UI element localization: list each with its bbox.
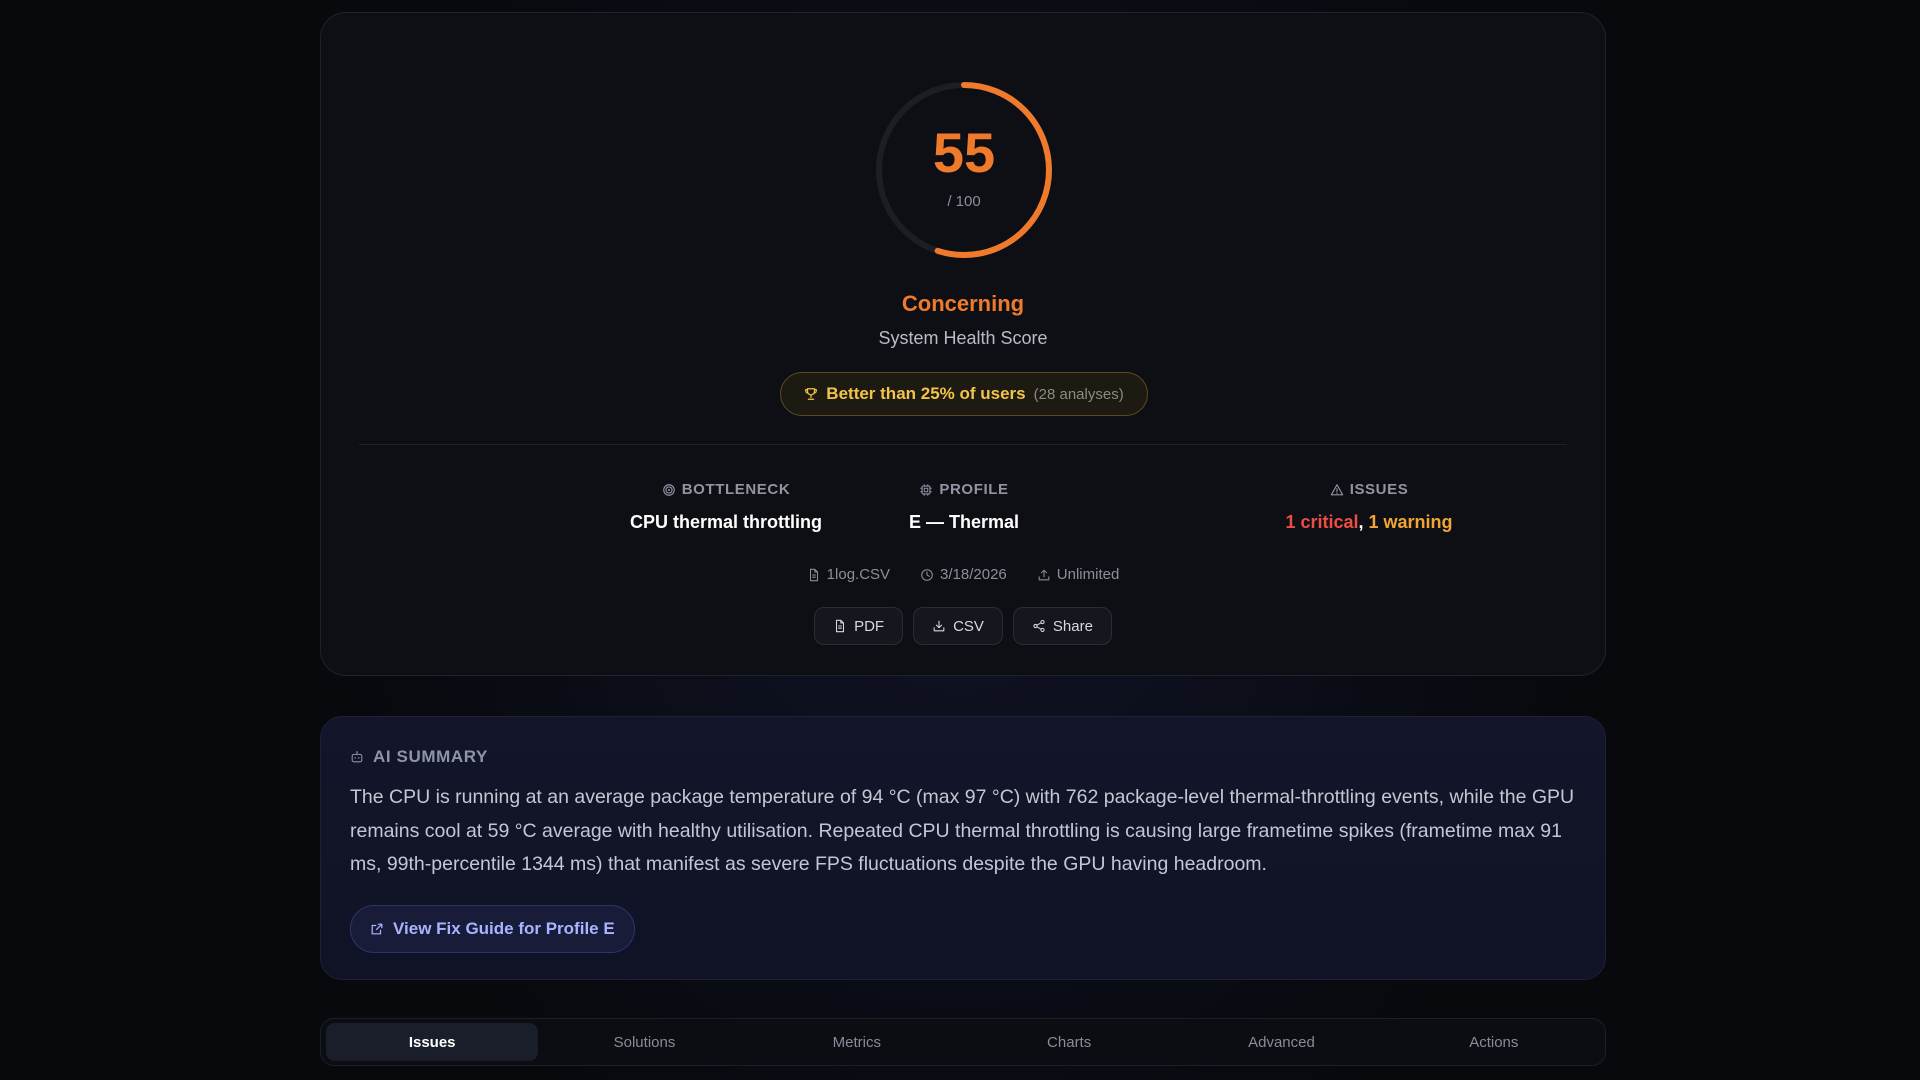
score-status: Concerning <box>901 291 1025 316</box>
analysis-meta: 1log.CSV 3/18/2026 Unlimited <box>321 566 1605 583</box>
tab-issues[interactable]: Issues <box>326 1023 539 1061</box>
score-subtitle: System Health Score <box>878 328 1048 348</box>
view-fix-guide-label: View Fix Guide for Profile E <box>393 919 615 938</box>
download-icon <box>933 620 945 632</box>
file-icon <box>809 568 818 581</box>
meta-file-name: 1log.CSV <box>826 566 891 583</box>
view-fix-guide-button[interactable]: View Fix Guide for Profile E <box>350 905 635 953</box>
issues-separator: , <box>1358 512 1364 532</box>
tab-advanced[interactable]: Advanced <box>1175 1023 1387 1061</box>
stat-profile-value: E — Thermal <box>908 512 1020 532</box>
export-csv-label: CSV <box>953 617 984 635</box>
share-button[interactable]: Share <box>1012 607 1112 645</box>
results-page: 55 / 100 Concerning System Health Score … <box>320 12 1606 1066</box>
tab-metrics[interactable]: Metrics <box>751 1023 963 1061</box>
warning-count: 1 warning <box>1368 512 1453 532</box>
ai-summary-card: AI SUMMARY The CPU is running at an aver… <box>320 716 1606 980</box>
share-label: Share <box>1052 617 1093 635</box>
target-icon <box>662 483 675 496</box>
export-csv-button[interactable]: CSV <box>913 607 1003 645</box>
meta-plan: Unlimited <box>1037 566 1120 583</box>
score-max: / 100 <box>947 193 981 210</box>
stat-issues: ISSUES 1 critical, 1 warning <box>1219 481 1519 533</box>
ai-summary-title: AI SUMMARY <box>373 747 488 766</box>
bot-icon <box>351 751 363 763</box>
ranking-count: (28 analyses) <box>1033 385 1124 403</box>
ai-summary-header: AI SUMMARY <box>350 747 1577 767</box>
meta-date: 3/18/2026 <box>920 566 1007 583</box>
meta-file: 1log.CSV <box>807 566 890 583</box>
external-link-icon <box>371 923 383 935</box>
warning-triangle-icon <box>1330 483 1343 495</box>
export-pdf-button[interactable]: PDF <box>814 607 904 645</box>
cpu-chip-icon <box>920 483 933 496</box>
ranking-badge: Better than 25% of users (28 analyses) <box>780 372 1148 416</box>
ai-summary-text: The CPU is running at an average package… <box>350 786 1575 875</box>
stat-issues-value: 1 critical, 1 warning <box>1219 512 1519 533</box>
upload-icon <box>1038 569 1050 580</box>
file-icon <box>836 619 845 633</box>
trophy-icon <box>805 388 818 400</box>
critical-count: 1 critical <box>1285 512 1359 532</box>
clock-icon <box>921 568 933 581</box>
score-value: 55 <box>932 121 996 184</box>
meta-date-value: 3/18/2026 <box>940 566 1007 583</box>
stat-issues-label: ISSUES <box>1349 481 1409 498</box>
divider <box>359 444 1567 445</box>
health-score-card: 55 / 100 Concerning System Health Score … <box>320 12 1606 676</box>
tab-solutions[interactable]: Solutions <box>538 1023 750 1061</box>
ranking-text: Better than 25% of users <box>826 384 1026 403</box>
export-pdf-label: PDF <box>854 617 885 635</box>
stat-bottleneck-label: BOTTLENECK <box>681 481 791 498</box>
score-gauge: 55 / 100 <box>873 79 1055 261</box>
results-tabs: Issues Solutions Metrics Charts Advanced… <box>320 1018 1606 1066</box>
export-actions: PDF CSV Share <box>321 607 1605 645</box>
stat-profile-label: PROFILE <box>939 481 1009 498</box>
stat-profile: PROFILE E — Thermal <box>814 481 1114 533</box>
share-icon <box>1033 619 1045 633</box>
meta-plan-value: Unlimited <box>1056 566 1120 583</box>
tab-charts[interactable]: Charts <box>963 1023 1175 1061</box>
tab-actions[interactable]: Actions <box>1388 1023 1600 1061</box>
